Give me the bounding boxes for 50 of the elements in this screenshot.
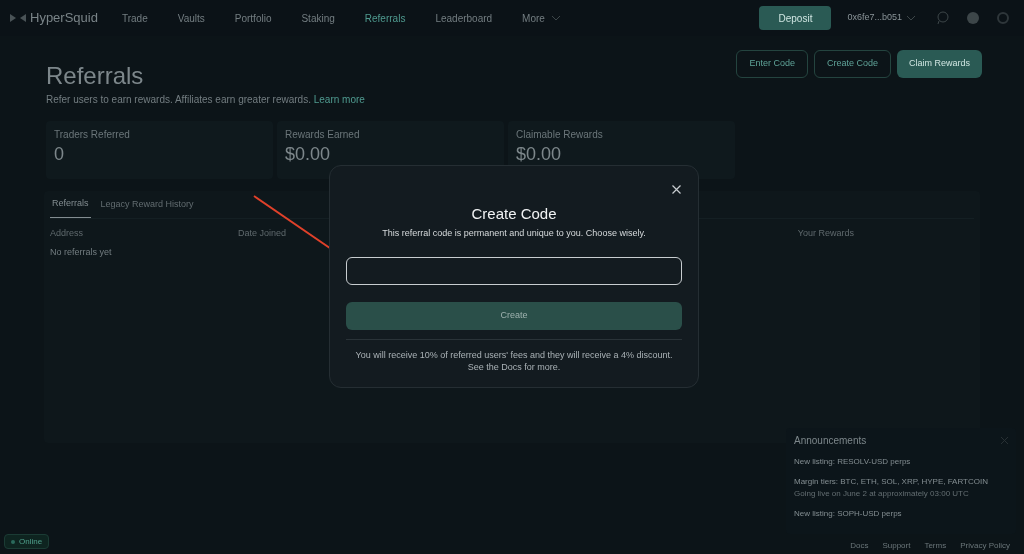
stat-label: Rewards Earned — [285, 128, 361, 142]
announcement-detail: Going live on June 2 at approximately 03:00 UTC — [794, 488, 970, 500]
stat-value: 0 — [54, 144, 65, 164]
column-header: Address — [50, 226, 84, 240]
logo-icon — [10, 13, 26, 23]
dialog-subtitle: This referral code is permanent and unique to you. Choose wisely. — [382, 227, 646, 240]
action-button[interactable]: Create Code — [813, 50, 891, 78]
nav-link[interactable]: Vaults — [177, 10, 205, 26]
column-header: Your Rewards — [797, 226, 854, 240]
announcement-text[interactable]: New listing: SOPH-USD perps — [794, 508, 1008, 520]
dialog-note: You will receive 10% of referred users' fees and they will receive a 4% discount. See the Docs for more. — [355, 348, 673, 373]
dialog-title: Create Code — [471, 205, 557, 223]
nav-link[interactable]: Portfolio — [234, 10, 272, 26]
footer-link[interactable]: Docs — [850, 540, 869, 552]
stat-label: Traders Referred — [54, 128, 131, 142]
status-text: Online — [19, 535, 43, 548]
empty-message: No referrals yet — [50, 246, 113, 259]
announcements-title: Announcements — [794, 434, 867, 448]
page-subtitle: Refer users to earn rewards. Affiliates earn greater rewards. Learn more — [46, 93, 365, 107]
chevron-down-icon — [550, 15, 561, 21]
chat-icon[interactable] — [936, 11, 950, 25]
nav-link[interactable]: More — [522, 10, 545, 26]
nav-link[interactable]: Leaderboard — [435, 10, 493, 26]
page-title: Referrals — [46, 62, 145, 90]
announcement-text[interactable]: New listing: RESOLV-USD perps — [794, 456, 1008, 468]
create-button[interactable]: Create — [346, 301, 682, 330]
footer-link[interactable]: Terms — [924, 540, 947, 552]
action-button[interactable]: Enter Code — [736, 50, 808, 78]
footer-link[interactable]: Privacy Policy — [960, 540, 1010, 552]
wallet-dropdown[interactable]: 0x6fe7...b051 — [839, 6, 924, 30]
nav-link[interactable]: Trade — [121, 10, 148, 26]
close-icon — [672, 184, 681, 194]
logo-text: HyperSquid — [30, 9, 98, 28]
stat-value: $0.00 — [285, 144, 332, 164]
tab[interactable]: Referrals — [50, 191, 91, 218]
column-header: Date Joined — [238, 226, 287, 240]
footer-link[interactable]: Support — [882, 540, 911, 552]
learn-more-link[interactable]: Learn more — [313, 94, 365, 105]
tab[interactable]: Legacy Reward History — [98, 191, 196, 218]
stat-label: Claimable Rewards — [516, 128, 604, 142]
nav-link[interactable]: Staking — [301, 10, 335, 26]
code-input-field[interactable] — [346, 256, 682, 285]
close-icon[interactable] — [1001, 437, 1008, 444]
chevron-down-icon — [906, 15, 916, 21]
deposit-button[interactable]: Deposit — [759, 6, 832, 30]
close-button[interactable] — [672, 184, 682, 194]
action-button[interactable]: Claim Rewards — [897, 50, 982, 78]
nav-link[interactable]: Referrals — [364, 10, 406, 26]
stat-value: $0.00 — [516, 144, 563, 164]
announcement-text[interactable]: Margin tiers: BTC, ETH, SOL, XRP, HYPE, FARTCOIN — [794, 476, 1008, 488]
